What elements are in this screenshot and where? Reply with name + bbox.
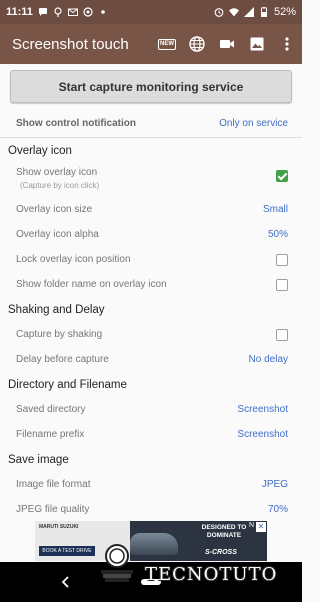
mail-icon [67,8,78,16]
setting-label: Overlay icon size [16,204,93,215]
section-header-save-image: Save image [8,453,69,466]
signal-icon [243,7,254,17]
battery-percent: 52% [273,6,296,18]
location-icon [54,7,62,17]
setting-summary: (Capture by icon click) [20,181,100,190]
watermark: TECNOTUTO [97,540,302,602]
message-icon [38,8,47,16]
setting-label: Capture by shaking [16,329,103,340]
battery-icon [260,7,267,17]
section-header-overlay: Overlay icon [8,144,72,157]
status-bar: 11:11 52% [0,0,302,24]
setting-label: JPEG file quality [16,504,90,515]
show-folder-checkbox[interactable] [276,278,288,291]
whatsapp-icon [83,7,93,17]
ad-cta-button[interactable]: BOOK A TEST DRIVE [39,546,95,556]
overlay-icon-size-row[interactable]: Overlay icon size Small [0,197,302,222]
alarm-icon [214,8,224,17]
setting-label: Filename prefix [16,429,85,440]
new-button[interactable]: NEW [152,24,182,64]
settings-list[interactable]: Start capture monitoring service Show co… [0,64,302,520]
setting-value: Small [262,204,288,215]
saved-directory-row[interactable]: Saved directory Screenshot [0,397,302,422]
setting-value: JPEG [261,479,288,490]
videocam-icon [220,40,234,48]
setting-value: Screenshot [237,404,288,415]
setting-label: Overlay icon alpha [16,229,99,240]
image-file-format-row[interactable]: Image file format JPEG [0,472,302,497]
show-folder-name-row[interactable]: Show folder name on overlay icon [0,272,302,297]
new-icon: NEW [158,38,176,50]
jpeg-file-quality-row[interactable]: JPEG file quality 70% [0,497,302,520]
setting-label: Lock overlay icon position [16,254,131,265]
watermark-logo-icon [101,544,133,582]
status-time: 11:11 [6,6,33,18]
setting-label: Show folder name on overlay icon [16,279,167,290]
capture-by-shaking-row[interactable]: Capture by shaking [0,322,302,347]
shaking-checkbox[interactable] [276,328,288,341]
section-header-directory: Directory and Filename [8,378,127,391]
setting-label: Delay before capture [16,354,109,365]
start-capture-button[interactable]: Start capture monitoring service [10,70,292,103]
ad-close-icon[interactable]: ✕ [256,522,266,532]
app-title: Screenshot touch [12,35,129,53]
ad-brand: MARUTI SUZUKI [39,524,79,530]
gallery-button[interactable] [242,24,272,64]
show-overlay-checkbox[interactable] [276,170,288,182]
setting-label: Saved directory [16,404,86,415]
setting-value: Screenshot [237,429,288,440]
setting-value: 70% [267,504,288,515]
show-control-notification-row[interactable]: Show control notification Only on servic… [0,110,302,138]
setting-value: No delay [248,354,288,365]
setting-value: 50% [267,229,288,240]
wifi-icon [228,8,239,17]
more-icon [285,37,289,51]
filename-prefix-row[interactable]: Filename prefix Screenshot [0,422,302,447]
watermark-text: TECNOTUTO [145,564,278,585]
ad-info-icon[interactable]: N [249,522,254,529]
section-header-shaking: Shaking and Delay [8,303,105,316]
setting-label: Image file format [16,479,91,490]
dot-icon [101,10,105,14]
setting-label: Show overlay icon [16,167,98,178]
delay-before-capture-row[interactable]: Delay before capture No delay [0,347,302,372]
globe-icon [189,36,205,52]
lock-overlay-position-row[interactable]: Lock overlay icon position [0,247,302,272]
show-overlay-icon-row[interactable]: Show overlay icon (Capture by icon click… [0,163,302,197]
overflow-menu-button[interactable] [272,24,302,64]
browser-button[interactable] [182,24,212,64]
video-record-button[interactable] [212,24,242,64]
app-bar: Screenshot touch NEW [0,24,302,64]
back-icon[interactable] [58,574,74,590]
image-icon [250,37,264,51]
overlay-icon-alpha-row[interactable]: Overlay icon alpha 50% [0,222,302,247]
setting-value: Only on service [219,118,288,129]
lock-position-checkbox[interactable] [276,253,288,266]
setting-label: Show control notification [16,118,136,129]
